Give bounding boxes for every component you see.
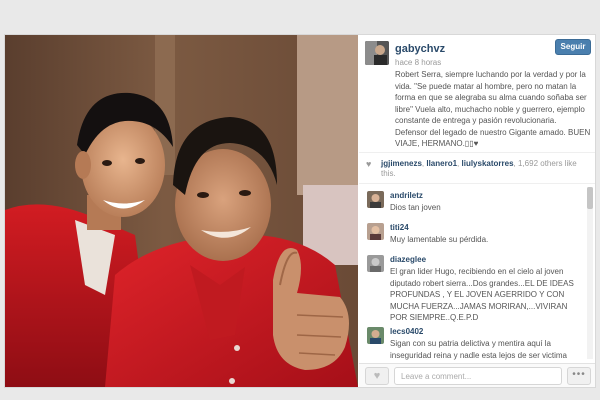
post-sidebar: gabychvz Seguir hace 8 horas Robert Serr… xyxy=(359,35,595,387)
liker-name[interactable]: jgjimenezs xyxy=(381,159,422,168)
comment-text: Dios tan joven xyxy=(390,203,441,212)
comment-text: Muy lamentable su pérdida. xyxy=(390,235,489,244)
likes-summary: ♥ jgjimenezs, llanero1, liulyskatorres, … xyxy=(359,152,595,184)
like-button[interactable]: ♥ xyxy=(365,367,389,385)
comment-text: Sigan con su patria delictiva y mentira … xyxy=(390,339,567,360)
comment-avatar[interactable] xyxy=(367,223,384,240)
more-dots-icon: ••• xyxy=(572,369,586,380)
comment-username[interactable]: andriletz xyxy=(390,191,423,200)
avatar-image xyxy=(367,191,384,208)
follow-button[interactable]: Seguir xyxy=(555,39,591,55)
comment-username[interactable]: lecs0402 xyxy=(390,327,423,336)
post-header: gabychvz Seguir hace 8 horas Robert Serr… xyxy=(359,35,595,149)
comment-username[interactable]: titi24 xyxy=(390,223,409,232)
comment-avatar[interactable] xyxy=(367,191,384,208)
avatar-image xyxy=(367,327,384,344)
comment-username[interactable]: diazeglee xyxy=(390,255,426,264)
more-options-button[interactable]: ••• xyxy=(567,367,591,385)
like-heart-icon: ♥ xyxy=(373,370,381,382)
avatar-image xyxy=(367,223,384,240)
post-timestamp[interactable]: hace 8 horas xyxy=(395,58,441,67)
scrollbar-thumb[interactable] xyxy=(587,187,593,209)
post-footer: ♥ ••• xyxy=(359,363,595,387)
liker-connector: , xyxy=(513,159,516,168)
liker-name[interactable]: llanero1 xyxy=(426,159,457,168)
instagram-post: gabychvz Seguir hace 8 horas Robert Serr… xyxy=(4,34,596,388)
liker-name[interactable]: liulyskatorres xyxy=(462,159,514,168)
comment-avatar[interactable] xyxy=(367,255,384,272)
comment-input[interactable] xyxy=(394,367,562,385)
user-avatar[interactable] xyxy=(365,41,389,65)
heart-icon: ♥ xyxy=(366,159,372,169)
comments-scrollbar[interactable] xyxy=(587,187,593,359)
comments-list: andriletz Dios tan joven titi24 Muy lame… xyxy=(359,185,585,362)
avatar-image xyxy=(365,41,389,65)
avatar-image xyxy=(367,255,384,272)
post-username[interactable]: gabychvz xyxy=(395,43,445,55)
post-caption: Robert Serra, siempre luchando por la ve… xyxy=(395,70,591,148)
comment-text: El gran lider Hugo, recibiendo en el cie… xyxy=(390,267,574,322)
post-photo-image xyxy=(5,35,358,387)
post-photo[interactable] xyxy=(5,35,358,387)
comment-avatar[interactable] xyxy=(367,327,384,344)
